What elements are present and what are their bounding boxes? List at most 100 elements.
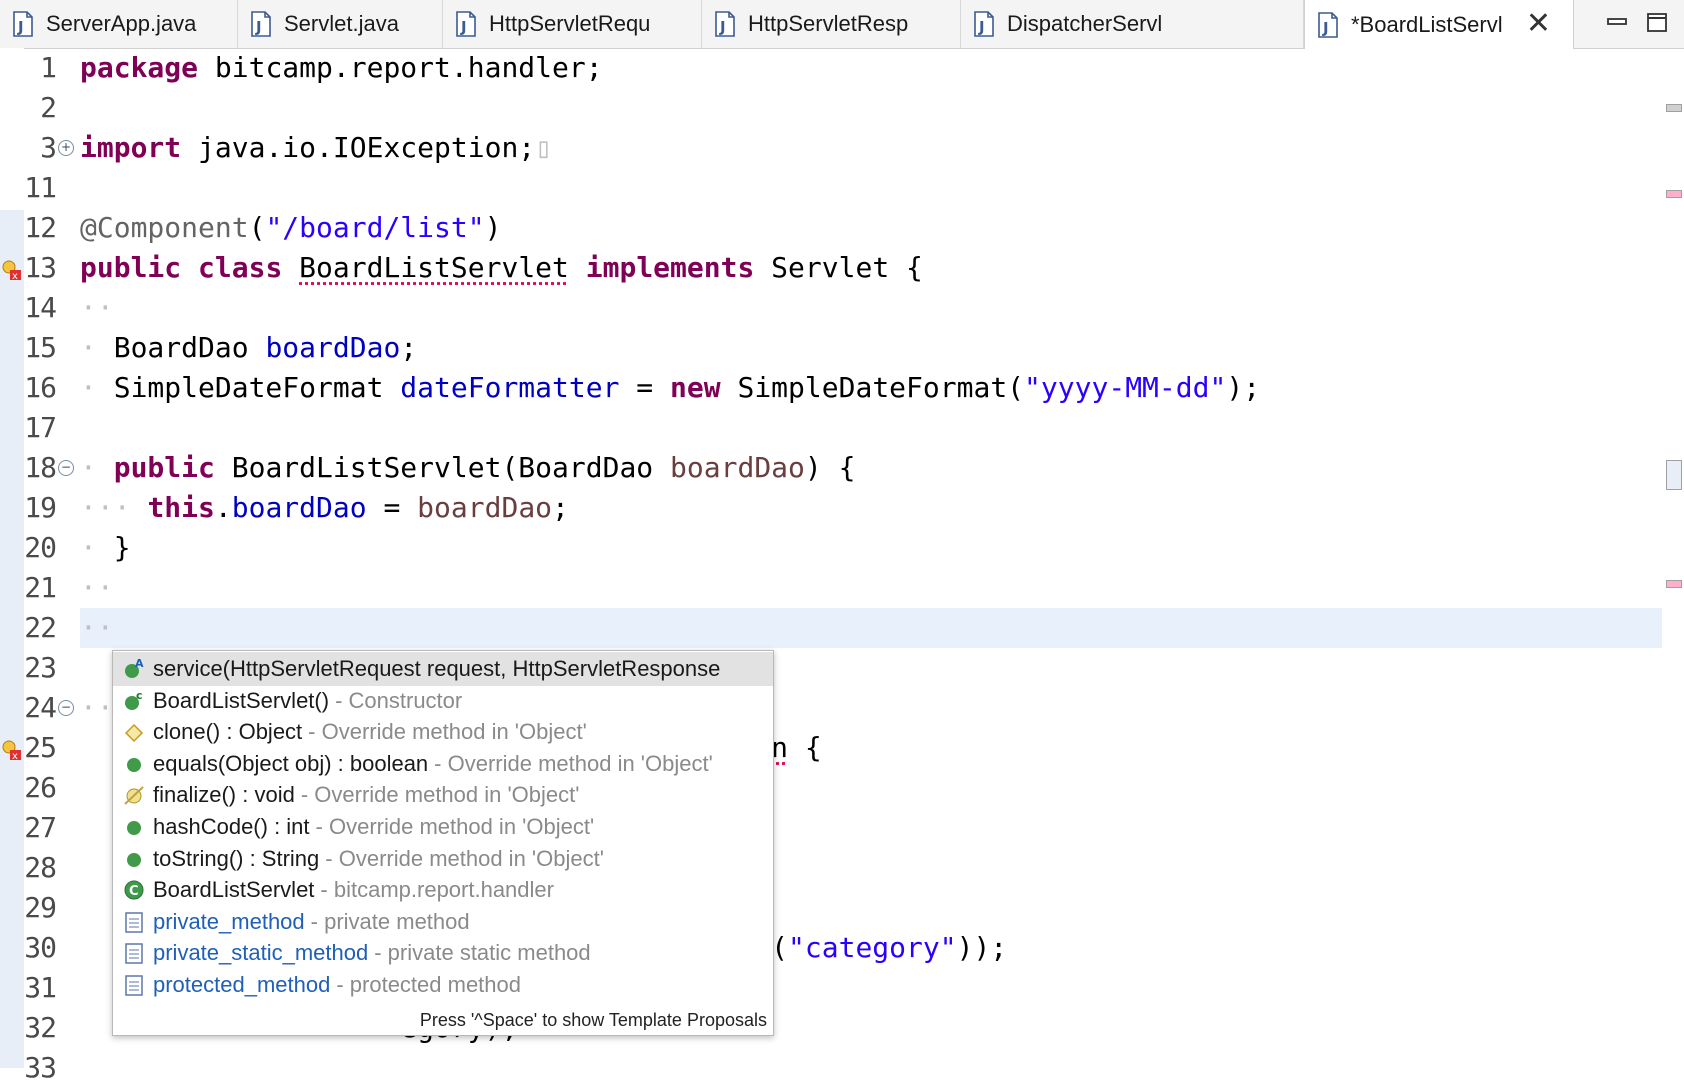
code-token: SimpleDateFormat( <box>721 371 1024 404</box>
public-method-icon <box>123 753 145 775</box>
line-number: 26 <box>0 768 56 808</box>
line-number: 29 <box>0 888 56 928</box>
completion-proposal[interactable]: clone() : Object - Override method in 'Ob… <box>113 715 773 749</box>
code-line[interactable]: 17 <box>0 408 1662 448</box>
proposal-name: clone() : Object <box>153 719 302 745</box>
java-file-icon: J <box>714 11 736 37</box>
line-number: 11 <box>0 168 56 208</box>
code-text: ··· this.boardDao = boardDao; <box>80 488 569 528</box>
code-token <box>569 251 586 284</box>
code-line[interactable]: 1 package bitcamp.report.handler; <box>0 48 1662 88</box>
code-token: package <box>80 51 198 84</box>
proposal-description: - bitcamp.report.handler <box>320 877 554 903</box>
line-number: 19 <box>0 488 56 528</box>
code-token: boardDao <box>670 451 805 484</box>
code-token: BoardDao <box>114 331 266 364</box>
completion-proposal[interactable]: equals(Object obj) : boolean - Override m… <box>113 747 773 781</box>
close-icon[interactable]: ✕ <box>1526 10 1551 38</box>
completion-proposal[interactable]: private_static_method - private static me… <box>113 936 773 970</box>
proposal-description: - protected method <box>336 972 521 998</box>
editor-tab[interactable]: J *BoardListServl ✕ <box>1304 0 1574 49</box>
code-line[interactable]: 14 ·· <box>0 288 1662 328</box>
code-line[interactable]: 33 <box>0 1048 1662 1088</box>
code-token: public <box>114 451 215 484</box>
proposal-name: finalize() : void <box>153 782 295 808</box>
code-line[interactable]: 2 <box>0 88 1662 128</box>
code-line[interactable]: 20 · } <box>0 528 1662 568</box>
template-icon <box>123 974 145 996</box>
overview-error-mark[interactable] <box>1666 580 1682 588</box>
fold-collapse-icon[interactable]: − <box>58 460 74 476</box>
line-number: 31 <box>0 968 56 1008</box>
code-text: · public BoardListServlet(BoardDao board… <box>80 448 855 488</box>
code-text: ·· <box>80 568 114 608</box>
editor-tab[interactable]: J ServerApp.java <box>0 0 238 48</box>
editor-tab[interactable]: J DispatcherServl <box>961 0 1304 48</box>
code-token <box>181 251 198 284</box>
completion-proposal[interactable]: private_method - private method <box>113 905 773 939</box>
code-line[interactable]: 22 ·· <box>0 608 1662 648</box>
completion-proposal[interactable]: finalize() : void - Override method in 'O… <box>113 778 773 812</box>
proposal-name: protected_method <box>153 972 330 998</box>
fold-collapse-icon[interactable]: − <box>58 700 74 716</box>
code-token: "/board/list" <box>265 211 484 244</box>
template-icon <box>123 911 145 933</box>
tab-label: ServerApp.java <box>46 11 196 37</box>
public-method-icon <box>123 848 145 870</box>
completion-proposal[interactable]: Aservice(HttpServletRequest request, Htt… <box>113 652 773 686</box>
completion-proposal[interactable]: protected_method - protected method <box>113 968 773 1002</box>
proposal-name: equals(Object obj) : boolean <box>153 751 428 777</box>
error-warning-icon[interactable]: x <box>2 256 22 278</box>
completion-proposal[interactable]: c BoardListServlet() - Constructor <box>113 684 773 718</box>
code-token: ·· <box>80 571 114 604</box>
code-text: public class BoardListServlet implements… <box>80 248 923 288</box>
code-line[interactable]: 16 · SimpleDateFormat dateFormatter = new… <box>0 368 1662 408</box>
line-number: 18 <box>0 448 56 488</box>
code-line[interactable]: 13 public class BoardListServlet implemen… <box>0 248 1662 288</box>
svg-text:x: x <box>12 751 18 762</box>
code-token: boardDao <box>417 491 552 524</box>
editor-tab[interactable]: J HttpServletRequ <box>443 0 702 48</box>
line-number: 30 <box>0 928 56 968</box>
code-line[interactable]: 11 <box>0 168 1662 208</box>
code-token: Servlet { <box>754 251 923 284</box>
code-text: package bitcamp.report.handler; <box>80 48 603 88</box>
completion-proposal[interactable]: C BoardListServlet - bitcamp.report.handle… <box>113 873 773 907</box>
svg-text:c: c <box>136 690 143 702</box>
tab-label: HttpServletRequ <box>489 11 650 37</box>
line-number: 1 <box>0 48 56 88</box>
code-token: new <box>670 371 721 404</box>
editor-tab[interactable]: J Servlet.java <box>238 0 443 48</box>
overview-error-mark[interactable] <box>1666 190 1682 198</box>
line-number: 15 <box>0 328 56 368</box>
svg-text:J: J <box>255 18 262 36</box>
error-warning-icon[interactable]: x <box>2 736 22 758</box>
code-line[interactable]: 3 import java.io.IOException;▯ + <box>0 128 1662 168</box>
code-token: ·· <box>80 611 114 644</box>
code-line[interactable]: 21 ·· <box>0 568 1662 608</box>
line-number: 2 <box>0 88 56 128</box>
completion-proposal[interactable]: toString() : String - Override method in … <box>113 842 773 876</box>
java-file-icon: J <box>1317 12 1339 38</box>
minimize-icon[interactable] <box>1606 12 1630 34</box>
code-token: ··· <box>80 491 147 524</box>
svg-text:x: x <box>12 271 18 282</box>
code-line[interactable]: 18 · public BoardListServlet(BoardDao boa… <box>0 448 1662 488</box>
code-token: } <box>114 531 131 564</box>
content-assist-popup[interactable]: Aservice(HttpServletRequest request, Htt… <box>112 650 774 1036</box>
code-token: public <box>80 251 181 284</box>
maximize-icon[interactable] <box>1646 12 1670 34</box>
code-line[interactable]: 15 · BoardDao boardDao; <box>0 328 1662 368</box>
proposal-name: BoardListServlet <box>153 877 314 903</box>
java-file-icon: J <box>12 11 34 37</box>
completion-proposal[interactable]: hashCode() : int - Override method in 'Ob… <box>113 810 773 844</box>
overview-viewport-thumb[interactable] <box>1666 460 1682 490</box>
code-line[interactable]: 12 @Component("/board/list") <box>0 208 1662 248</box>
fold-expand-icon[interactable]: + <box>58 140 74 156</box>
java-file-icon: J <box>250 11 272 37</box>
code-line[interactable]: 19 ··· this.boardDao = boardDao; <box>0 488 1662 528</box>
overview-mark[interactable] <box>1666 104 1682 112</box>
code-token: boardDao <box>265 331 400 364</box>
tab-label: *BoardListServl <box>1351 12 1503 38</box>
editor-tab[interactable]: J HttpServletResp <box>702 0 961 48</box>
